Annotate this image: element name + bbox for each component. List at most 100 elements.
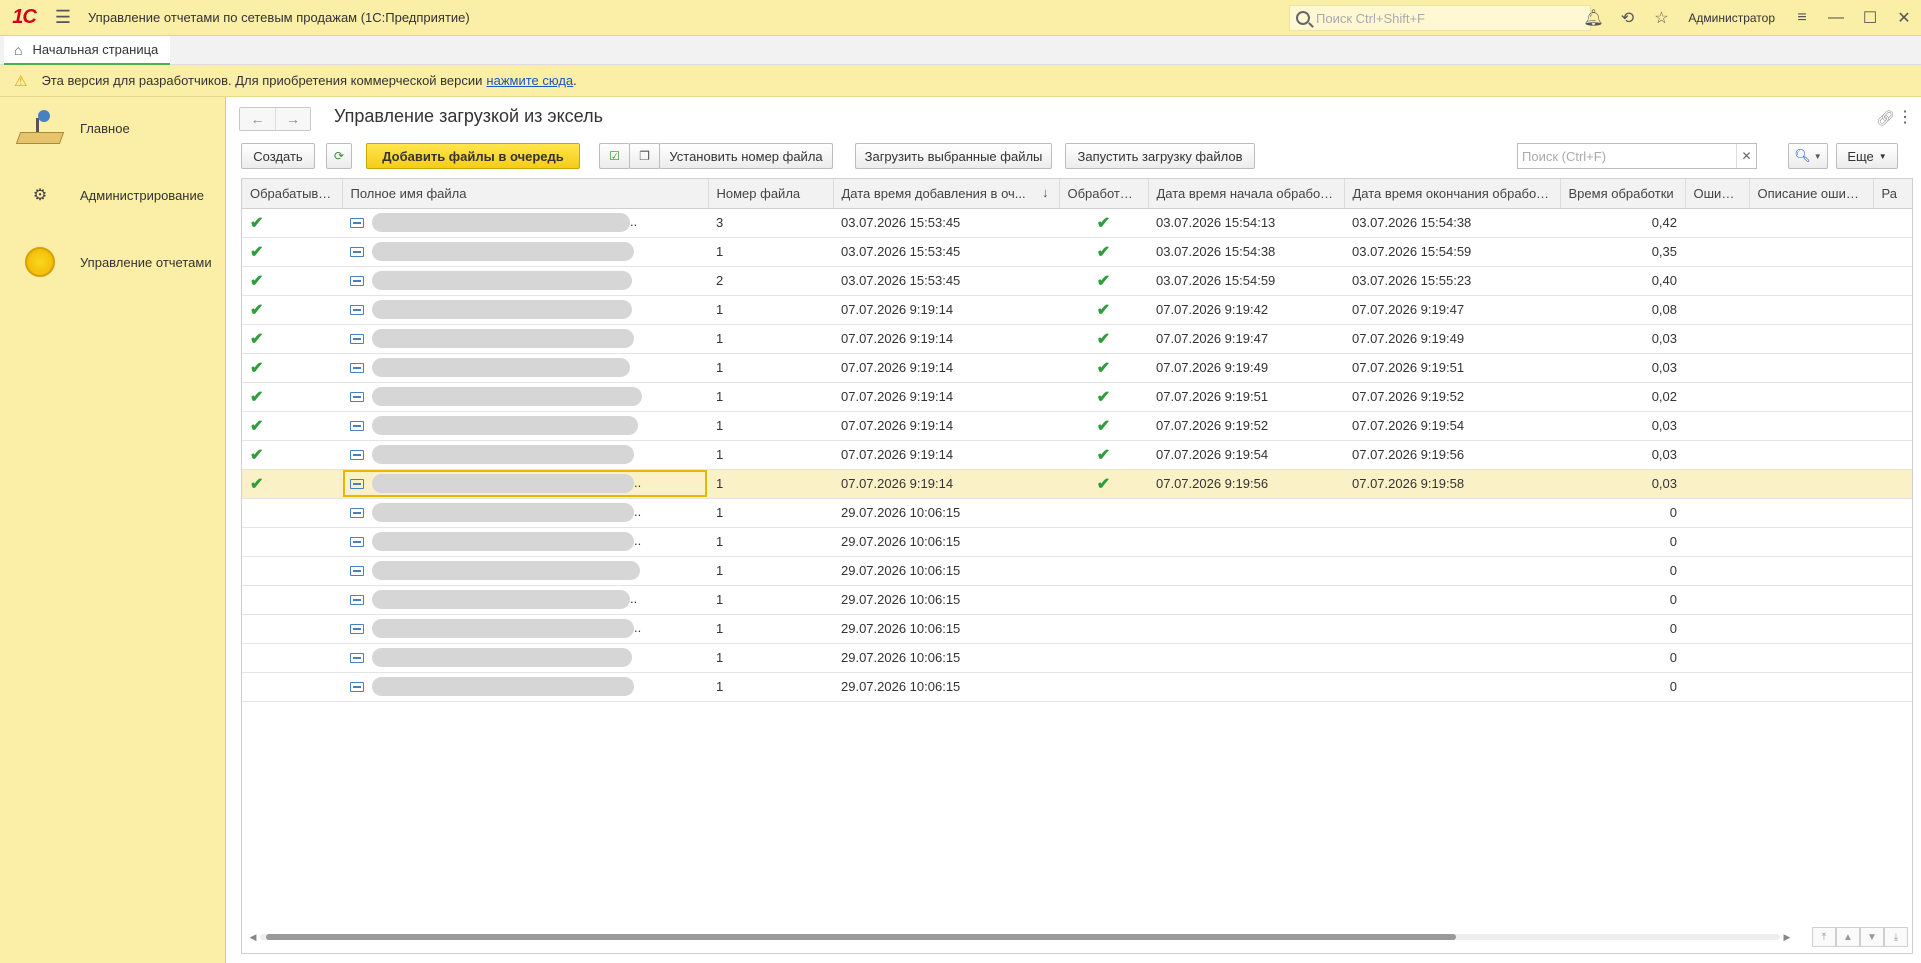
column-header[interactable]: Номер файла (708, 179, 834, 209)
file-name-cell[interactable] (342, 672, 708, 702)
table-row[interactable]: ✔ 1 07.07.2026 9:19:14 ✔ 07.07.2026 9:19:47 0… (242, 324, 1912, 354)
column-header[interactable]: Обрабатывать (242, 179, 343, 209)
table-row[interactable]: .. 1 29.07.2026 10:06:15 0 (242, 498, 1912, 528)
file-name-cell[interactable]: .. (342, 208, 708, 238)
clear-search-icon[interactable]: ✕ (1736, 144, 1756, 168)
file-name-cell[interactable] (342, 353, 708, 383)
column-header[interactable]: Дата время добавления в оч... ↓ (833, 179, 1060, 209)
kebab-menu-icon[interactable]: ⋮ (1897, 107, 1913, 127)
scroll-right-icon[interactable]: ▶ (1780, 932, 1794, 943)
maximize-icon[interactable]: ☐ (1853, 0, 1887, 36)
process-cell[interactable]: ✔ (242, 295, 342, 325)
table-row[interactable]: ✔ 1 07.07.2026 9:19:14 ✔ 07.07.2026 9:19:54 0… (242, 440, 1912, 470)
scroll-left-icon[interactable]: ◀ (246, 932, 260, 943)
menu-icon[interactable]: ☰ (48, 0, 78, 36)
process-cell[interactable]: ✔ (242, 237, 342, 267)
process-cell[interactable]: ✔ (242, 208, 342, 238)
file-name-cell[interactable] (342, 237, 708, 267)
process-cell[interactable] (242, 614, 342, 644)
forward-button[interactable]: → (274, 108, 310, 130)
bell-icon[interactable]: 🔔︎ (1576, 0, 1610, 36)
file-name-cell[interactable] (342, 556, 708, 586)
file-name-cell[interactable]: .. (342, 614, 708, 644)
settings-lines-icon[interactable]: ≡ (1785, 0, 1819, 36)
page-up-icon[interactable]: ▲ (1836, 927, 1860, 947)
process-cell[interactable] (242, 672, 342, 702)
file-name-cell[interactable]: .. (342, 469, 708, 499)
table-row[interactable]: ✔ 1 07.07.2026 9:19:14 ✔ 07.07.2026 9:19:52 0… (242, 411, 1912, 441)
scroll-bottom-icon[interactable]: ⤓ (1884, 927, 1908, 947)
table-row[interactable]: ✔ 1 07.07.2026 9:19:14 ✔ 07.07.2026 9:19:42 0… (242, 295, 1912, 325)
table-row[interactable]: ✔ 1 07.07.2026 9:19:14 ✔ 07.07.2026 9:19:49 0… (242, 353, 1912, 383)
tab-home[interactable]: ⌂ Начальная страница (4, 36, 171, 65)
table-row[interactable]: ✔ 1 07.07.2026 9:19:14 ✔ 07.07.2026 9:19:51 0… (242, 382, 1912, 412)
page-down-icon[interactable]: ▼ (1860, 927, 1884, 947)
column-header[interactable]: Время обработки (1560, 179, 1686, 209)
file-name-cell[interactable] (342, 266, 708, 296)
file-name-cell[interactable] (342, 411, 708, 441)
table-row[interactable]: ✔.. 1 07.07.2026 9:19:14 ✔ 07.07.2026 9:19:5… (242, 469, 1912, 499)
start-load-button[interactable]: Запустить загрузку файлов (1065, 143, 1255, 169)
column-header[interactable]: Дата время начала обработки (1148, 179, 1345, 209)
global-search-input[interactable]: Поиск Ctrl+Shift+F (1289, 5, 1591, 31)
file-name-cell[interactable]: .. (342, 498, 708, 528)
table-search-input[interactable] (1518, 144, 1736, 168)
file-name-cell[interactable] (342, 643, 708, 673)
history-icon[interactable]: ⟲ (1610, 0, 1644, 36)
file-name-cell[interactable] (342, 324, 708, 354)
process-cell[interactable]: ✔ (242, 382, 342, 412)
scroll-track[interactable] (260, 934, 1780, 940)
column-header[interactable]: Описание ошибки (1749, 179, 1874, 209)
process-cell[interactable]: ✔ (242, 469, 342, 499)
app-logo[interactable]: 1С (0, 0, 48, 36)
minimize-icon[interactable]: — (1819, 0, 1853, 36)
table-row[interactable]: 1 29.07.2026 10:06:15 0 (242, 556, 1912, 586)
link-icon[interactable]: 🔗︎ (1876, 109, 1895, 127)
copy-button[interactable]: ❐ (629, 143, 660, 169)
close-icon[interactable]: ✕ (1887, 0, 1921, 36)
process-cell[interactable]: ✔ (242, 266, 342, 296)
add-files-button[interactable]: Добавить файлы в очередь (366, 143, 580, 169)
process-cell[interactable] (242, 527, 342, 557)
refresh-button[interactable]: ⟳ (326, 143, 352, 169)
scroll-top-icon[interactable]: ⤒ (1812, 927, 1836, 947)
banner-link[interactable]: нажмите сюда (486, 73, 573, 88)
table-row[interactable]: .. 1 29.07.2026 10:06:15 0 (242, 614, 1912, 644)
scroll-thumb[interactable] (266, 934, 1456, 940)
file-name-cell[interactable] (342, 440, 708, 470)
process-cell[interactable]: ✔ (242, 353, 342, 383)
process-cell[interactable]: ✔ (242, 411, 342, 441)
table-row[interactable]: .. 1 29.07.2026 10:06:15 0 (242, 527, 1912, 557)
file-name-cell[interactable]: .. (342, 585, 708, 615)
load-selected-button[interactable]: Загрузить выбранные файлы (855, 143, 1052, 169)
more-button[interactable]: Еще ▼ (1836, 143, 1898, 169)
file-name-cell[interactable] (342, 295, 708, 325)
table-row[interactable]: ✔ 1 03.07.2026 15:53:45 ✔ 03.07.2026 15:54:3… (242, 237, 1912, 267)
search-options-button[interactable]: 🔍︎ ▼ (1788, 143, 1828, 169)
column-header[interactable]: Полное имя файла (342, 179, 709, 209)
process-cell[interactable]: ✔ (242, 440, 342, 470)
table-row[interactable]: 1 29.07.2026 10:06:15 0 (242, 643, 1912, 673)
user-name[interactable]: Администратор (1678, 11, 1785, 25)
process-cell[interactable] (242, 585, 342, 615)
table-row[interactable]: 1 29.07.2026 10:06:15 0 (242, 672, 1912, 702)
column-header[interactable]: Дата время окончания обработки (1344, 179, 1561, 209)
column-header[interactable]: Обработано (1059, 179, 1149, 209)
horizontal-scrollbar[interactable]: ◀ ▶ (246, 931, 1794, 943)
back-button[interactable]: ← (240, 108, 275, 130)
column-header[interactable]: Ошибка (1685, 179, 1750, 209)
sidebar-item-reports[interactable]: Управление отчетами (0, 234, 226, 290)
process-cell[interactable]: ✔ (242, 324, 342, 354)
sidebar-item-admin[interactable]: ⚙ Администрирование (0, 167, 226, 223)
star-icon[interactable]: ☆ (1644, 0, 1678, 36)
process-cell[interactable] (242, 498, 342, 528)
set-file-number-button[interactable]: Установить номер файла (659, 143, 833, 169)
file-name-cell[interactable]: .. (342, 527, 708, 557)
check-all-button[interactable]: ☑ (599, 143, 630, 169)
create-button[interactable]: Создать (241, 143, 315, 169)
file-name-cell[interactable] (342, 382, 708, 412)
process-cell[interactable] (242, 556, 342, 586)
sidebar-item-main[interactable]: Главное (0, 100, 226, 156)
table-row[interactable]: ✔.. 3 03.07.2026 15:53:45 ✔ 03.07.2026 15:54… (242, 208, 1912, 238)
table-row[interactable]: ✔ 2 03.07.2026 15:53:45 ✔ 03.07.2026 15:54:5… (242, 266, 1912, 296)
